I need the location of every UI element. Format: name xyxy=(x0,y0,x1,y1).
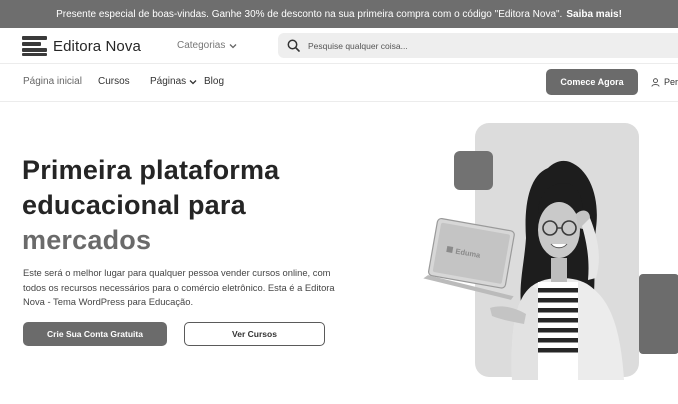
promo-text: Presente especial de boas-vindas. Ganhe … xyxy=(56,8,563,20)
start-now-button[interactable]: Comece Agora xyxy=(546,69,638,95)
categories-label: Categorias xyxy=(177,40,226,51)
hero-title: Primeira plataforma educacional para mer… xyxy=(22,153,279,258)
hero-title-line-2: educacional para xyxy=(22,190,246,220)
hero-title-line-1: Primeira plataforma xyxy=(22,155,280,185)
user-icon xyxy=(651,77,660,87)
create-account-button[interactable]: Crie Sua Conta Gratuita xyxy=(23,322,167,346)
chevron-down-icon xyxy=(229,43,237,48)
nav-item-blog[interactable]: Blog xyxy=(204,76,224,87)
logo-text: Editora Nova xyxy=(53,37,141,55)
nav-item-home[interactable]: Página inicial xyxy=(23,76,82,87)
promo-bar: Presente especial de boas-vindas. Ganhe … xyxy=(0,0,678,28)
profile-link[interactable]: Perfil xyxy=(651,77,678,87)
profile-label: Perfil xyxy=(664,77,678,87)
site-logo[interactable]: Editora Nova xyxy=(22,36,141,56)
hero-title-accent: mercados xyxy=(22,225,152,255)
nav-item-courses[interactable]: Cursos xyxy=(98,76,130,87)
search-bar xyxy=(278,33,678,58)
categories-dropdown[interactable]: Categorias xyxy=(177,40,237,51)
view-courses-button[interactable]: Ver Cursos xyxy=(184,322,325,346)
search-input[interactable] xyxy=(308,40,608,51)
site-header: Editora Nova Categorias xyxy=(0,28,678,64)
main-nav: Página inicial Cursos Páginas Blog Comec… xyxy=(0,64,678,102)
nav-item-pages[interactable]: Páginas xyxy=(150,76,197,87)
promo-learn-more-link[interactable]: Saiba mais! xyxy=(566,9,622,20)
hero-description: Este será o melhor lugar para qualquer p… xyxy=(23,267,335,307)
chevron-down-icon xyxy=(189,79,197,84)
logo-icon xyxy=(22,36,47,56)
search-icon[interactable] xyxy=(287,39,300,52)
hero-illustration: Eduma xyxy=(423,123,678,380)
nav-item-pages-label: Páginas xyxy=(150,76,187,87)
